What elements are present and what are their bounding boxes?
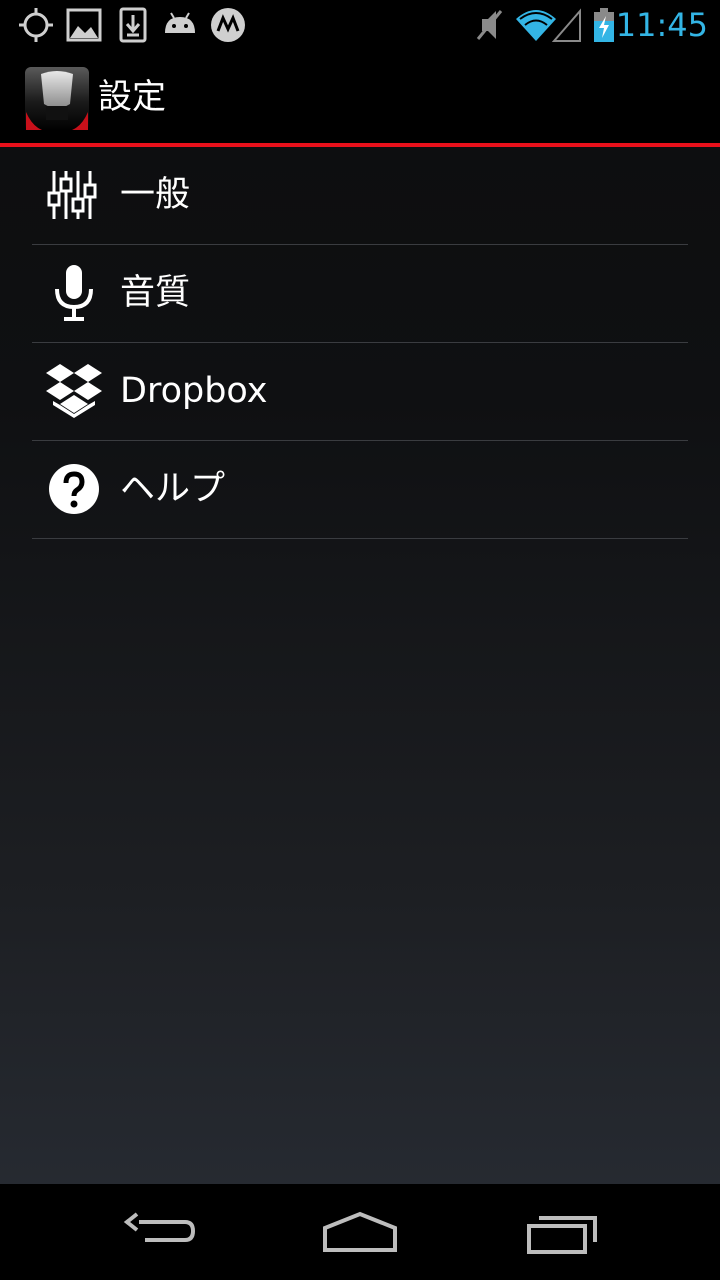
settings-item-general[interactable]: 一般 — [32, 147, 688, 245]
page-title: 設定 — [98, 77, 166, 117]
settings-item-sound-quality[interactable]: 音質 — [32, 245, 688, 343]
android-icon — [165, 12, 195, 33]
recent-apps-icon[interactable] — [515, 1202, 605, 1262]
settings-item-label: 音質 — [120, 273, 191, 313]
download-icon — [119, 7, 147, 43]
status-clock: 11:45 — [615, 6, 708, 44]
settings-item-dropbox[interactable]: Dropbox — [32, 343, 688, 441]
home-icon[interactable] — [315, 1202, 405, 1262]
signal-icon — [552, 8, 581, 42]
settings-item-label: ヘルプ — [120, 469, 226, 509]
back-icon[interactable] — [115, 1202, 205, 1262]
settings-item-help[interactable]: ヘルプ — [32, 441, 688, 539]
microphone-app-icon[interactable] — [24, 66, 90, 132]
navigation-bar — [0, 1184, 720, 1280]
gps-icon — [19, 8, 53, 42]
gallery-icon — [66, 8, 102, 42]
mute-icon — [476, 10, 503, 40]
status-bar: 11:45 — [0, 0, 720, 50]
microphone-icon — [55, 265, 93, 321]
settings-item-label: 一般 — [120, 175, 191, 215]
dropbox-icon — [46, 364, 102, 418]
action-bar: 設定 — [0, 50, 720, 147]
settings-item-label: Dropbox — [120, 371, 268, 411]
battery-charging-icon — [594, 8, 614, 42]
sliders-icon — [47, 171, 97, 219]
help-icon — [49, 464, 99, 514]
motorola-icon — [211, 8, 245, 42]
settings-list: 一般 音質 Dropbox ヘルプ — [32, 147, 688, 539]
